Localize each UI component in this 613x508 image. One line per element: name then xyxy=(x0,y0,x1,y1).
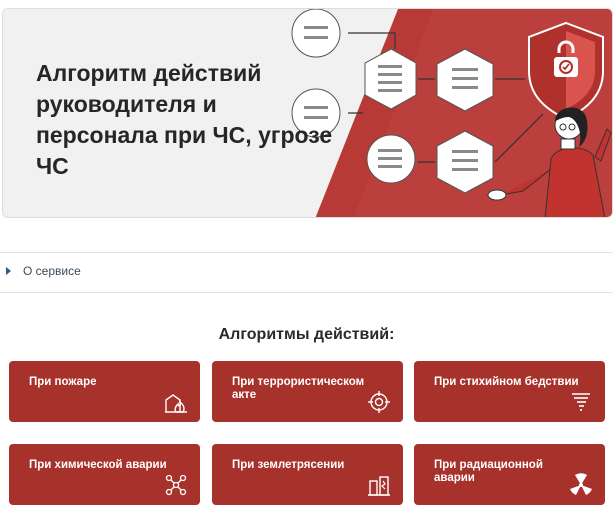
divider-bottom xyxy=(0,292,613,293)
card-label: При химической аварии xyxy=(29,459,167,471)
radiation-icon xyxy=(570,473,592,495)
card-terror[interactable]: При террористическом акте xyxy=(212,361,403,422)
card-label: При пожаре xyxy=(29,376,97,388)
card-label: При стихийном бедствии xyxy=(434,376,579,388)
card-fire[interactable]: При пожаре xyxy=(9,361,200,422)
cracked-buildings-icon xyxy=(368,476,390,496)
card-earthquake[interactable]: При землетрясении xyxy=(212,444,403,505)
about-service-link[interactable]: О сервисе xyxy=(6,262,81,280)
target-crosshair-icon xyxy=(368,391,390,413)
page-title: Алгоритм действий руководителя и персона… xyxy=(36,60,333,179)
tornado-icon xyxy=(572,393,590,411)
hero-banner: Алгоритм действий руководителя и персона… xyxy=(2,8,613,218)
fire-building-icon xyxy=(165,394,187,413)
card-label: При радиационной аварии xyxy=(434,459,543,484)
card-label: При террористическом акте xyxy=(232,376,365,401)
divider-top xyxy=(0,252,613,253)
card-label: При землетрясении xyxy=(232,459,345,471)
caret-right-icon xyxy=(6,267,11,275)
section-title: Алгоритмы действий: xyxy=(218,326,395,343)
flow-circle-bottom xyxy=(366,134,416,184)
molecule-icon xyxy=(165,474,187,496)
about-service-label: О сервисе xyxy=(23,264,81,278)
flow-circle-top xyxy=(291,9,341,58)
card-radiation[interactable]: При радиационной аварии xyxy=(414,444,605,505)
card-disaster[interactable]: При стихийном бедствии xyxy=(414,361,605,422)
card-chemical[interactable]: При химической аварии xyxy=(9,444,200,505)
